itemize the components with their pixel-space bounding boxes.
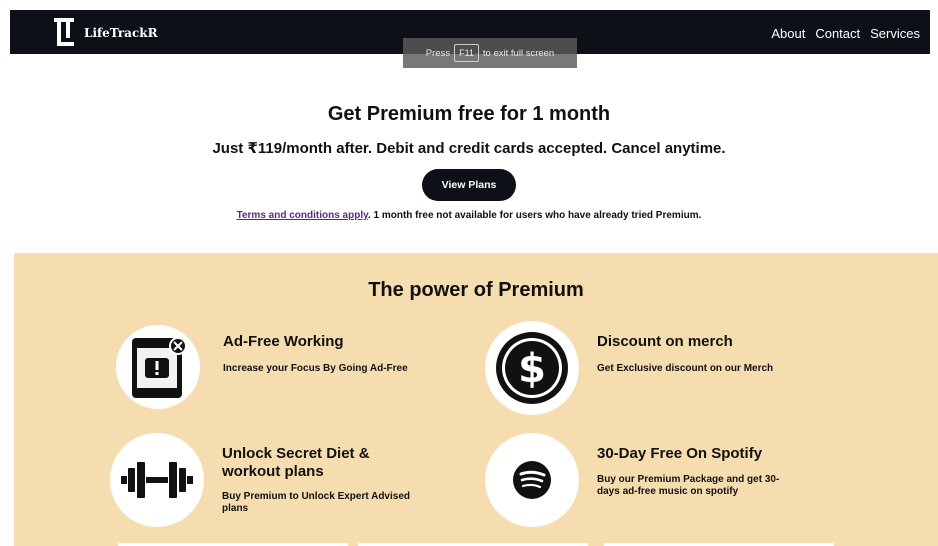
view-plans-button[interactable]: View Plans — [422, 169, 516, 201]
svg-text:$: $ — [518, 346, 546, 392]
feature-title: 30-Day Free On Spotify — [597, 445, 763, 462]
feature-icon-circle: $ — [485, 321, 579, 415]
feature-icon-circle — [485, 433, 579, 527]
feature-desc: Get Exclusive discount on our Merch — [597, 363, 774, 374]
nav-link-contact[interactable]: Contact — [815, 26, 860, 41]
feature-desc: Increase your Focus By Going Ad-Free — [223, 363, 408, 374]
toast-suffix: to exit full screen — [482, 47, 555, 59]
phone-ad-block-icon — [132, 337, 187, 398]
feature-diet-workout: Unlock Secret Diet & workout plans Buy P… — [110, 433, 530, 533]
fullscreen-toast: Press F11 to exit full screen — [403, 38, 577, 68]
terms-link[interactable]: Terms and conditions apply — [237, 210, 368, 221]
feature-discount-merch: $ Discount on merch Get Exclusive discou… — [485, 321, 905, 421]
hero-title: Get Premium free for 1 month — [327, 103, 611, 125]
dumbbell-icon — [121, 462, 193, 498]
feature-title: Unlock Secret Diet & workout plans — [222, 445, 370, 480]
feature-icon-circle — [116, 325, 200, 409]
terms-note: . 1 month free not available for users w… — [367, 210, 702, 221]
hero-subtitle: Just ₹119/month after. Debit and credit … — [212, 140, 726, 157]
cta-wrap: View Plans — [0, 169, 938, 201]
premium-title: The power of Premium — [368, 279, 584, 301]
spotify-icon — [513, 461, 551, 499]
feature-ad-free: Ad-Free Working — [116, 325, 536, 425]
brand-name[interactable]: LifeTrackR — [84, 26, 158, 40]
lifetrackr-logo-icon[interactable] — [54, 18, 74, 46]
feature-desc: Buy Premium to Unlock Expert Advised pla… — [222, 491, 411, 514]
feature-spotify: 30-Day Free On Spotify Buy our Premium P… — [485, 433, 905, 533]
dollar-coin-icon: $ — [496, 332, 568, 404]
feature-title: Ad-Free Working — [223, 333, 344, 350]
feature-desc: Buy our Premium Package and get 30-days … — [597, 474, 780, 497]
feature-title: Discount on merch — [597, 333, 733, 350]
toast-prefix: Press — [425, 47, 451, 59]
nav-link-services[interactable]: Services — [870, 26, 920, 41]
toast-key: F11 — [454, 44, 479, 62]
nav-links: About Contact Services — [771, 26, 920, 41]
feature-icon-circle — [110, 433, 204, 527]
terms-line: Terms and conditions apply. 1 month free… — [0, 210, 938, 221]
nav-link-about[interactable]: About — [771, 26, 805, 41]
premium-section: The power of Premium Ad-Free Working Inc… — [14, 253, 938, 546]
